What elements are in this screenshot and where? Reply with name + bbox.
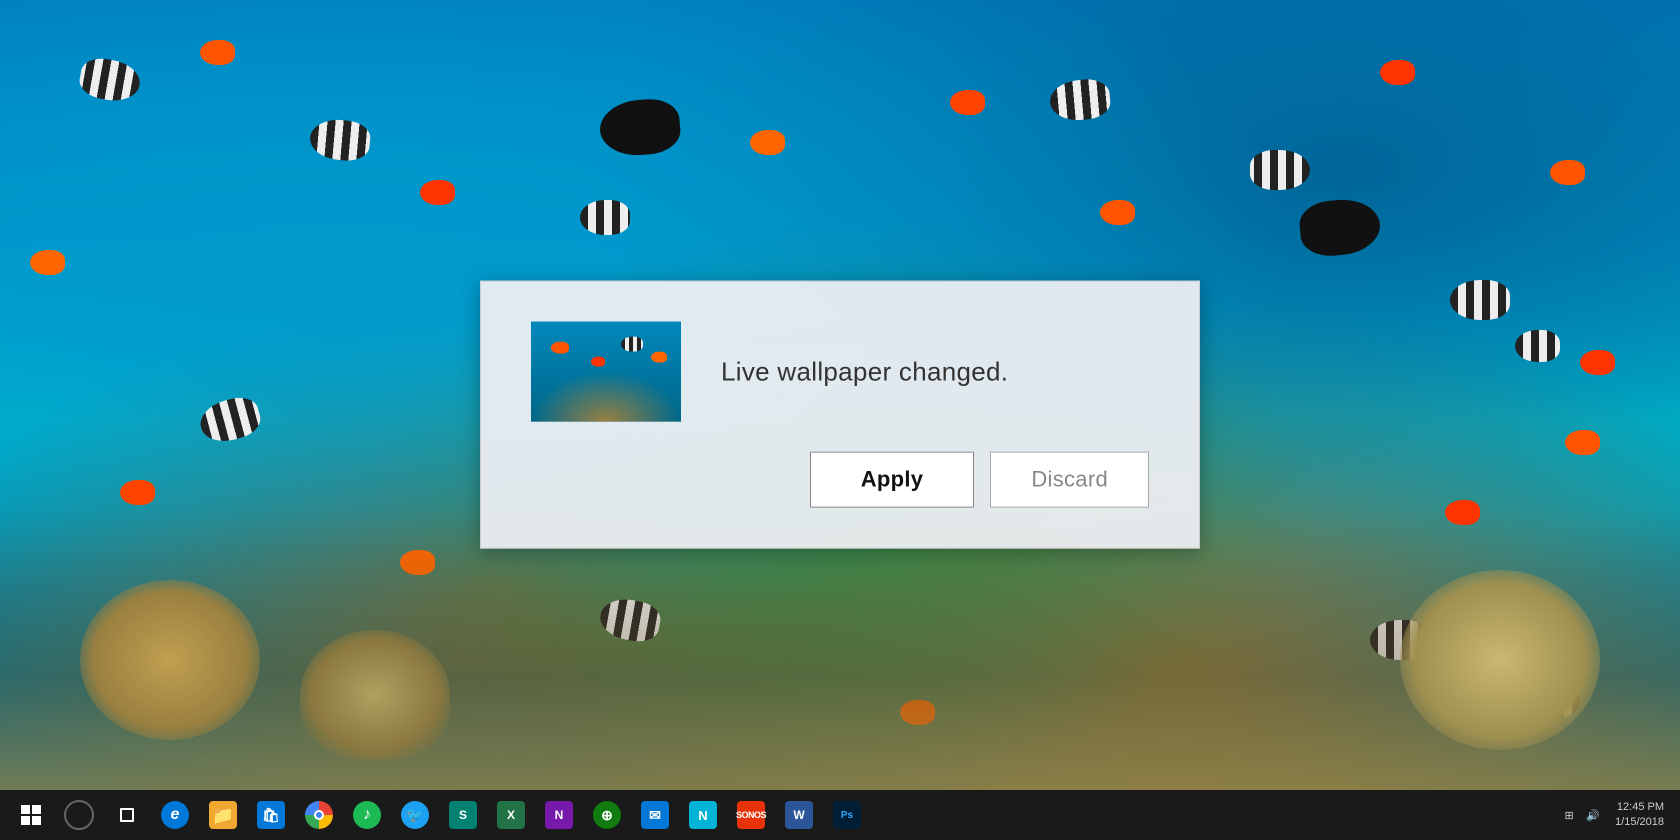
spotify-button[interactable]: ♪: [344, 792, 390, 838]
onenote-button[interactable]: N: [536, 792, 582, 838]
xbox-button[interactable]: ⊕: [584, 792, 630, 838]
dialog-content: Live wallpaper changed.: [531, 322, 1149, 422]
photoshop-button[interactable]: Ps: [824, 792, 870, 838]
sway-icon: S: [449, 801, 477, 829]
note-icon: N: [689, 801, 717, 829]
dialog-message: Live wallpaper changed.: [721, 356, 1008, 387]
mail-icon: ✉: [641, 801, 669, 829]
edge-button[interactable]: e: [152, 792, 198, 838]
onenote-icon: N: [545, 801, 573, 829]
task-view-icon: [120, 808, 134, 822]
clock-date: 1/15/2018: [1615, 815, 1664, 830]
word-icon: W: [785, 801, 813, 829]
taskbar: e 📁 🛍 ♪ 🐦 S X N ⊕ ✉ N: [0, 790, 1680, 840]
sonos-icon: SONOS: [737, 801, 765, 829]
twitter-icon: 🐦: [401, 801, 429, 829]
discard-button[interactable]: Discard: [990, 452, 1149, 508]
stickynotes-button[interactable]: N: [680, 792, 726, 838]
mail-button[interactable]: ✉: [632, 792, 678, 838]
sway-button[interactable]: S: [440, 792, 486, 838]
network-tray-icon[interactable]: ⊞: [1559, 805, 1579, 825]
file-explorer-button[interactable]: 📁: [200, 792, 246, 838]
store-button[interactable]: 🛍: [248, 792, 294, 838]
chrome-button[interactable]: [296, 792, 342, 838]
wallpaper-thumbnail: [531, 322, 681, 422]
taskview-button[interactable]: [104, 792, 150, 838]
system-tray: ⊞ 🔊 12:45 PM 1/15/2018: [1559, 800, 1672, 831]
clock-display[interactable]: 12:45 PM 1/15/2018: [1607, 800, 1672, 831]
word-button[interactable]: W: [776, 792, 822, 838]
excel-button[interactable]: X: [488, 792, 534, 838]
apply-button[interactable]: Apply: [810, 452, 975, 508]
windows-logo-icon: [21, 805, 41, 825]
dialog-box: Live wallpaper changed. Apply Discard: [480, 281, 1200, 549]
clock-time: 12:45 PM: [1615, 800, 1664, 815]
chrome-icon: [305, 801, 333, 829]
xbox-icon: ⊕: [593, 801, 621, 829]
spotify-icon: ♪: [353, 801, 381, 829]
store-icon: 🛍: [257, 801, 285, 829]
cortana-search-icon: [64, 800, 94, 830]
excel-icon: X: [497, 801, 525, 829]
start-button[interactable]: [8, 792, 54, 838]
twitter-button[interactable]: 🐦: [392, 792, 438, 838]
volume-tray-icon[interactable]: 🔊: [1583, 805, 1603, 825]
photoshop-icon: Ps: [833, 801, 861, 829]
folder-icon: 📁: [209, 801, 237, 829]
dialog-buttons: Apply Discard: [531, 452, 1149, 508]
edge-icon: e: [161, 801, 189, 829]
sonos-button[interactable]: SONOS: [728, 792, 774, 838]
cortana-button[interactable]: [56, 792, 102, 838]
